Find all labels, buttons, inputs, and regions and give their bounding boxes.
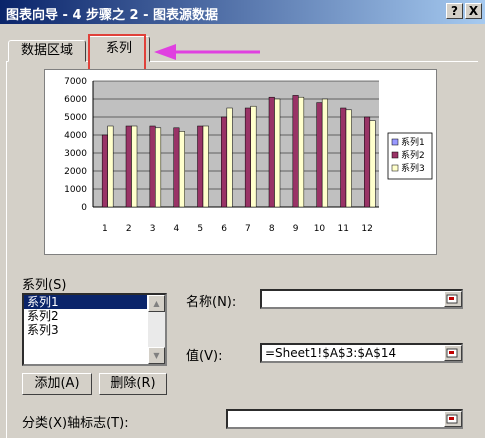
legend-swatch: [391, 151, 399, 159]
tab-data-range[interactable]: 数据区域: [8, 40, 86, 62]
bar: [268, 96, 275, 208]
bar: [101, 134, 108, 208]
close-button[interactable]: X: [465, 3, 482, 19]
bar: [244, 107, 251, 208]
value-label: 值(V):: [186, 349, 223, 364]
annotation-arrow-icon: [154, 44, 260, 60]
x-tick-label: 4: [174, 224, 180, 234]
bar: [155, 127, 162, 208]
bar: [298, 96, 305, 208]
bar: [107, 125, 114, 208]
collapse-dialog-icon[interactable]: [444, 345, 462, 361]
series-scrollbar[interactable]: ▲ ▼: [148, 295, 165, 364]
scroll-up-icon[interactable]: ▲: [148, 295, 165, 312]
series-label: 系列(S): [22, 278, 67, 293]
x-tick-label: 9: [293, 224, 299, 234]
bar: [345, 109, 352, 208]
help-button[interactable]: ?: [446, 3, 463, 19]
y-tick-label: 0: [81, 203, 87, 213]
bar: [292, 95, 299, 208]
bar: [274, 98, 281, 208]
bar: [226, 107, 233, 208]
bar: [173, 127, 180, 208]
y-tick-label: 1000: [64, 185, 87, 195]
tab-highlight-box: [88, 34, 146, 71]
bar: [149, 125, 156, 208]
scroll-down-icon[interactable]: ▼: [148, 347, 165, 364]
series-list-item[interactable]: 系列2: [24, 309, 147, 323]
add-button[interactable]: 添加(A): [22, 373, 92, 395]
bar: [340, 107, 347, 208]
bar: [369, 120, 376, 208]
x-tick-label: 7: [245, 224, 251, 234]
collapse-dialog-icon[interactable]: [444, 291, 462, 307]
bar: [131, 125, 138, 208]
category-axis-input[interactable]: [226, 409, 463, 429]
x-tick-label: 8: [269, 224, 275, 234]
bar: [221, 116, 228, 208]
y-tick-label: 2000: [64, 167, 87, 177]
x-tick-label: 12: [361, 224, 372, 234]
x-tick-label: 2: [126, 224, 132, 234]
bar: [125, 125, 132, 208]
legend-swatch: [391, 164, 399, 172]
legend-swatch: [391, 138, 399, 146]
legend-label: 系列2: [401, 149, 425, 161]
x-tick-label: 3: [150, 224, 156, 234]
collapse-dialog-icon[interactable]: [444, 411, 462, 427]
x-tick-label: 1: [102, 224, 108, 234]
value-input[interactable]: =Sheet1!$A$3:$A$14: [260, 343, 463, 363]
name-input[interactable]: [260, 289, 463, 309]
bar: [321, 98, 328, 208]
bar: [316, 102, 323, 208]
series-listbox[interactable]: 系列1 系列2 系列3 ▲ ▼: [22, 293, 167, 366]
y-tick-label: 7000: [64, 77, 87, 87]
y-tick-label: 5000: [64, 113, 87, 123]
x-tick-label: 10: [314, 224, 326, 234]
series-list-item[interactable]: 系列3: [24, 323, 147, 337]
window-title: 图表向导 - 4 步骤之 2 - 图表源数据: [6, 8, 219, 23]
y-tick-label: 4000: [64, 131, 87, 141]
legend-label: 系列3: [401, 162, 425, 174]
x-tick-label: 11: [338, 224, 349, 234]
delete-button[interactable]: 删除(R): [99, 373, 167, 395]
bar: [250, 105, 257, 208]
bar: [202, 125, 209, 208]
category-axis-label: 分类(X)轴标志(T):: [22, 416, 129, 431]
bar: [197, 125, 204, 208]
y-tick-label: 3000: [64, 149, 87, 159]
y-tick-label: 6000: [64, 95, 87, 105]
x-tick-label: 6: [221, 224, 227, 234]
chart-svg: 010002000300040005000600070001 2 3 4 5 6 7 8 9 10…: [64, 77, 433, 234]
name-label: 名称(N):: [186, 295, 237, 310]
legend-label: 系列1: [401, 136, 425, 148]
bar: [364, 116, 371, 208]
bar: [178, 131, 185, 208]
chart-preview: 0 1000 2000 3000 4000 5000 6000 7000 1 2 3 4 5 6 7 8 9 10…: [44, 69, 437, 255]
title-bar: 图表向导 - 4 步骤之 2 - 图表源数据 ? X: [0, 0, 485, 24]
x-tick-label: 5: [197, 224, 203, 234]
series-list-item[interactable]: 系列1: [24, 295, 147, 309]
